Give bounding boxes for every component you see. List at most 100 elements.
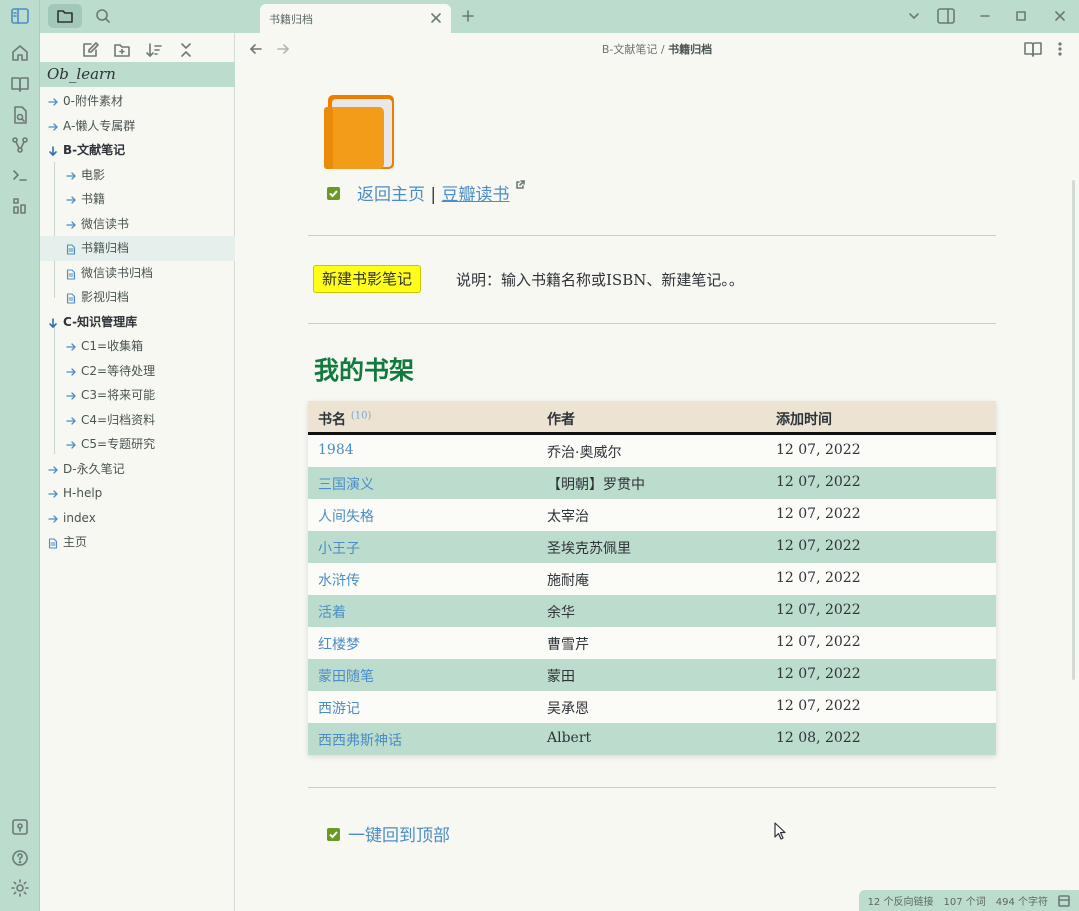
tree-folder-item[interactable]: 电影 xyxy=(40,163,235,188)
cell-title[interactable]: 人间失格 xyxy=(318,506,374,526)
breadcrumb-folder[interactable]: B-文献笔记 xyxy=(602,43,658,56)
arrow-right-icon xyxy=(66,220,76,230)
more-options-icon[interactable] xyxy=(1054,41,1066,57)
tab-bar: 书籍归档 xyxy=(235,0,1079,33)
tree-folder-item[interactable]: C2=等待处理 xyxy=(40,359,235,384)
tree-folder-item[interactable]: 0-附件素材 xyxy=(40,89,235,114)
sidebar-toggle-icon[interactable] xyxy=(10,6,30,26)
header-date[interactable]: 添加时间 xyxy=(776,409,832,429)
cell-title[interactable]: 水浒传 xyxy=(318,570,360,590)
tree-file-item[interactable]: 微信读书归档 xyxy=(40,261,235,286)
cell-author: 施耐庵 xyxy=(547,573,589,589)
file-nav-buttons xyxy=(80,41,197,59)
arrow-right-icon xyxy=(66,440,76,450)
reading-view-book-icon[interactable] xyxy=(1024,41,1042,57)
cell-title[interactable]: 蒙田随笔 xyxy=(318,666,374,686)
file-explorer: Ob_learn 0-附件素材 A-懒人专属群 B-文献笔记 电影 书籍 微信读书 书籍归档… xyxy=(40,33,235,911)
terminal-icon[interactable] xyxy=(10,165,30,185)
tree-folder-item[interactable]: B-文献笔记 xyxy=(40,138,235,163)
tree-folder-item[interactable]: C-知识管理库 xyxy=(40,310,235,335)
file-search-icon[interactable] xyxy=(10,105,30,125)
tree-item-label: 0-附件素材 xyxy=(63,94,123,108)
tree-item-label: index xyxy=(63,510,96,525)
table-row: 西西弗斯神话 Albert 12 08, 2022 xyxy=(308,723,996,755)
arrow-right-icon xyxy=(48,465,58,475)
tree-folder-item[interactable]: A-懒人专属群 xyxy=(40,114,235,139)
table-row: 红楼梦 曹雪芹 12 07, 2022 xyxy=(308,627,996,659)
blocks-icon[interactable] xyxy=(10,196,30,216)
cell-title[interactable]: 西游记 xyxy=(318,698,360,718)
scrollbar[interactable] xyxy=(1072,180,1075,680)
file-icon xyxy=(48,538,58,549)
help-icon[interactable] xyxy=(10,848,30,868)
tree-file-item[interactable]: 书籍归档 xyxy=(40,236,235,261)
table-body: 1984 乔治·奥威尔 12 07, 2022 三国演义 【明朝】罗贯中 12 07, 2… xyxy=(308,435,996,755)
back-to-top-link[interactable]: 一键回到顶部 xyxy=(348,821,450,846)
tree-item-label: D-永久笔记 xyxy=(63,461,125,476)
maximize-icon[interactable] xyxy=(1014,9,1028,23)
header-author[interactable]: 作者 xyxy=(547,409,575,429)
tree-folder-item[interactable]: C1=收集箱 xyxy=(40,334,235,359)
description-text: 说明：输入书籍名称或ISBN、新建笔记。。 xyxy=(456,271,744,289)
graph-icon[interactable] xyxy=(10,135,30,155)
cell-author: Albert xyxy=(547,730,592,746)
arrow-down-icon xyxy=(48,146,58,156)
folder-icon[interactable] xyxy=(48,4,82,28)
home-icon[interactable] xyxy=(10,43,30,63)
tree-folder-item[interactable]: C5=专题研究 xyxy=(40,432,235,457)
cell-author: 蒙田 xyxy=(547,669,575,685)
tree-folder-item[interactable]: C3=将来可能 xyxy=(40,383,235,408)
cell-title[interactable]: 1984 xyxy=(318,442,354,458)
chevron-down-icon[interactable] xyxy=(907,9,921,23)
cell-title[interactable]: 西西弗斯神话 xyxy=(318,730,402,750)
new-tab-plus-icon[interactable] xyxy=(461,9,475,23)
task-checkbox-back[interactable] xyxy=(327,187,340,200)
settings-gear-icon[interactable] xyxy=(10,878,30,898)
new-folder-icon[interactable] xyxy=(112,41,133,59)
sort-icon[interactable] xyxy=(144,41,165,59)
new-note-icon[interactable] xyxy=(80,41,101,59)
collapse-all-icon[interactable] xyxy=(176,41,197,59)
douban-link[interactable]: 豆瓣读书 xyxy=(442,185,510,205)
cell-author: 乔治·奥威尔 xyxy=(547,445,622,461)
window-close-icon[interactable] xyxy=(1053,9,1067,23)
tree-folder-item[interactable]: index xyxy=(40,506,235,531)
backlinks-count[interactable]: 12 个反向链接 xyxy=(868,893,934,908)
tree-folder-item[interactable]: H-help xyxy=(40,481,235,506)
task-checkbox-top[interactable] xyxy=(327,828,340,841)
arrow-right-icon xyxy=(66,342,76,352)
cell-title[interactable]: 活着 xyxy=(318,602,346,622)
tree-item-label: 影视归档 xyxy=(81,290,130,304)
minimize-icon[interactable] xyxy=(978,9,992,23)
cell-title[interactable]: 红楼梦 xyxy=(318,634,360,654)
right-sidebar-toggle-icon[interactable] xyxy=(937,8,955,24)
tree-folder-item[interactable]: D-永久笔记 xyxy=(40,457,235,482)
cell-title[interactable]: 小王子 xyxy=(318,538,360,558)
tree-file-item[interactable]: 主页 xyxy=(40,530,235,555)
vault-switch-icon[interactable] xyxy=(10,817,30,837)
arrow-right-icon xyxy=(66,391,76,401)
file-tree: 0-附件素材 A-懒人专属群 B-文献笔记 电影 书籍 微信读书 书籍归档 微信读书归档影视归… xyxy=(40,89,235,555)
tree-folder-item[interactable]: 微信读书 xyxy=(40,212,235,237)
book-open-icon[interactable] xyxy=(10,74,30,94)
arrow-right-icon xyxy=(66,195,76,205)
cell-title[interactable]: 三国演义 xyxy=(318,474,374,494)
tree-file-item[interactable]: 影视归档 xyxy=(40,285,235,310)
header-title[interactable]: 书名 (10) xyxy=(318,409,371,429)
table-row: 蒙田随笔 蒙田 12 07, 2022 xyxy=(308,659,996,691)
search-icon[interactable] xyxy=(93,6,113,26)
tab-close-icon[interactable] xyxy=(429,11,443,25)
back-home-link[interactable]: 返回主页 xyxy=(357,185,425,205)
tab-active[interactable]: 书籍归档 xyxy=(260,4,451,33)
new-note-button[interactable]: 新建书影笔记 xyxy=(313,265,422,293)
layout-icon[interactable] xyxy=(1058,894,1070,907)
tree-item-label: C1=收集箱 xyxy=(81,339,144,353)
tree-item-label: C4=归档资料 xyxy=(81,412,156,427)
tree-folder-item[interactable]: 书籍 xyxy=(40,187,235,212)
breadcrumb-current[interactable]: 书籍归档 xyxy=(668,43,712,56)
tree-folder-item[interactable]: C4=归档资料 xyxy=(40,408,235,433)
arrow-right-icon xyxy=(66,416,76,426)
vault-name[interactable]: Ob_learn xyxy=(40,62,235,87)
cell-date: 12 07, 2022 xyxy=(776,698,861,714)
table-row: 1984 乔治·奥威尔 12 07, 2022 xyxy=(308,435,996,467)
